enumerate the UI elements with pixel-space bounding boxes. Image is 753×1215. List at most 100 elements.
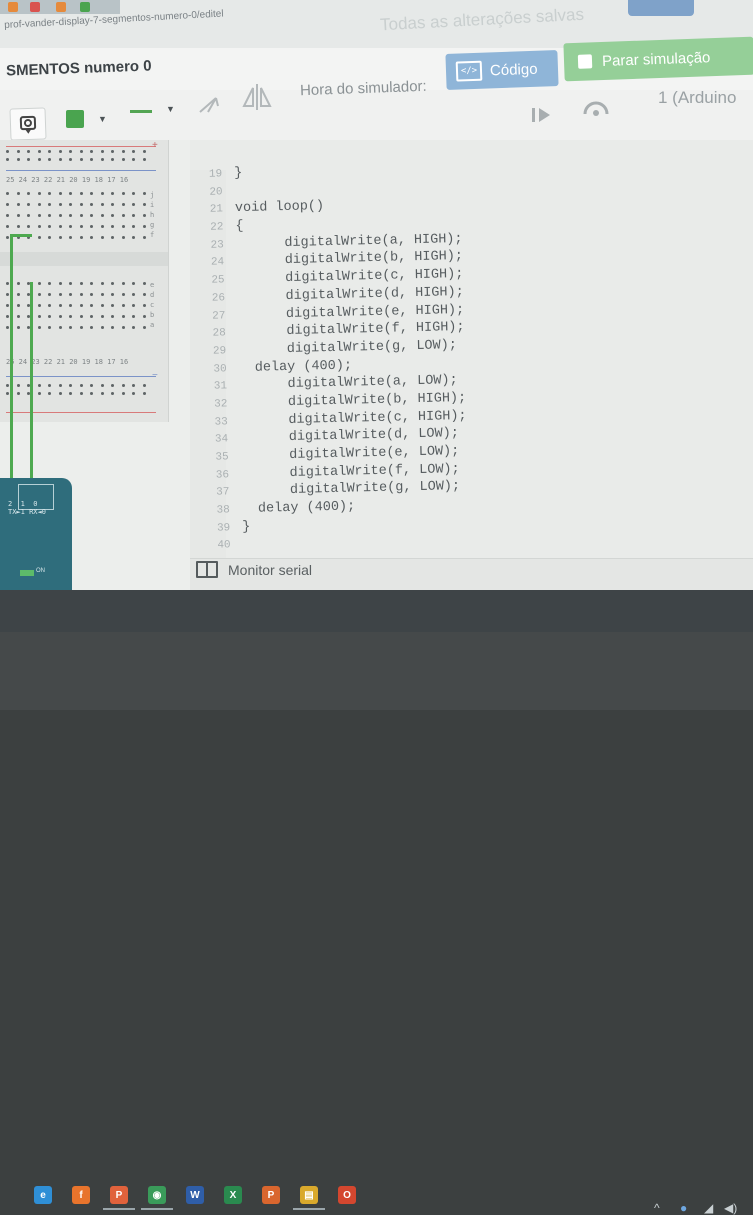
breadboard-hole[interactable] [69, 326, 72, 329]
breadboard-hole[interactable] [90, 236, 93, 239]
breadboard-hole[interactable] [101, 236, 104, 239]
breadboard-hole[interactable] [101, 293, 104, 296]
breadboard-hole[interactable] [6, 236, 9, 239]
volume-icon[interactable]: ◀) [724, 1201, 737, 1215]
breadboard-hole[interactable] [6, 150, 9, 153]
breadboard-hole[interactable] [17, 214, 20, 217]
breadboard-hole[interactable] [101, 225, 104, 228]
breadboard-hole[interactable] [80, 203, 83, 206]
breadboard-hole[interactable] [80, 150, 83, 153]
breadboard-hole[interactable] [80, 384, 83, 387]
breadboard-hole[interactable] [48, 384, 51, 387]
breadboard-hole[interactable] [38, 203, 41, 206]
breadboard-hole[interactable] [6, 315, 9, 318]
bluetooth-icon[interactable]: ● [680, 1201, 687, 1215]
breadboard-hole[interactable] [59, 304, 62, 307]
breadboard-hole[interactable] [17, 384, 20, 387]
paint-icon[interactable]: P [110, 1186, 128, 1204]
chevron-down-icon[interactable]: ▼ [98, 114, 107, 124]
breadboard-hole[interactable] [143, 192, 146, 195]
breadboard-hole[interactable] [90, 214, 93, 217]
breadboard-hole[interactable] [59, 293, 62, 296]
serial-monitor-button[interactable]: Monitor serial [228, 562, 312, 578]
breadboard-hole[interactable] [143, 225, 146, 228]
excel-icon[interactable]: X [224, 1186, 242, 1204]
breadboard-hole[interactable] [69, 150, 72, 153]
tab-favicon-icon[interactable] [56, 2, 66, 12]
breadboard-hole[interactable] [132, 203, 135, 206]
breadboard-hole[interactable] [80, 315, 83, 318]
breadboard-hole[interactable] [122, 158, 125, 161]
breadboard-hole[interactable] [101, 304, 104, 307]
breadboard-hole[interactable] [38, 214, 41, 217]
breadboard-hole[interactable] [143, 158, 146, 161]
breadboard-hole[interactable] [17, 203, 20, 206]
breadboard-hole[interactable] [90, 384, 93, 387]
breadboard-hole[interactable] [122, 392, 125, 395]
breadboard-hole[interactable] [6, 392, 9, 395]
breadboard-hole[interactable] [90, 225, 93, 228]
tab-favicon-icon[interactable] [30, 2, 40, 12]
breadboard-hole[interactable] [69, 315, 72, 318]
chrome-icon[interactable]: ◉ [148, 1186, 166, 1204]
chevron-up-icon[interactable]: ^ [654, 1201, 660, 1215]
breadboard-hole[interactable] [80, 293, 83, 296]
breadboard-hole[interactable] [143, 236, 146, 239]
breadboard-hole[interactable] [80, 326, 83, 329]
rotate-icon[interactable] [196, 92, 222, 118]
office-icon[interactable]: O [338, 1186, 356, 1204]
breadboard-hole[interactable] [80, 214, 83, 217]
breadboard-hole[interactable] [143, 282, 146, 285]
breadboard-hole[interactable] [132, 236, 135, 239]
breadboard-hole[interactable] [80, 158, 83, 161]
breadboard-hole[interactable] [6, 326, 9, 329]
upload-run-icon[interactable] [530, 106, 554, 124]
breadboard-hole[interactable] [90, 392, 93, 395]
breadboard-hole[interactable] [48, 158, 51, 161]
breadboard-hole[interactable] [143, 293, 146, 296]
breadboard-hole[interactable] [143, 150, 146, 153]
breadboard-hole[interactable] [17, 392, 20, 395]
breadboard-hole[interactable] [27, 150, 30, 153]
breadboard-hole[interactable] [143, 304, 146, 307]
wire[interactable] [30, 282, 33, 496]
breadboard-hole[interactable] [111, 326, 114, 329]
breadboard-hole[interactable] [48, 214, 51, 217]
breadboard-hole[interactable] [122, 236, 125, 239]
breadboard-hole[interactable] [17, 282, 20, 285]
breadboard-hole[interactable] [90, 150, 93, 153]
breadboard-hole[interactable] [59, 158, 62, 161]
breadboard-hole[interactable] [17, 225, 20, 228]
breadboard-hole[interactable] [132, 392, 135, 395]
breadboard-hole[interactable] [90, 158, 93, 161]
breadboard-hole[interactable] [38, 192, 41, 195]
breadboard-hole[interactable] [6, 293, 9, 296]
breadboard-hole[interactable] [80, 392, 83, 395]
breadboard-hole[interactable] [111, 304, 114, 307]
breadboard-hole[interactable] [101, 192, 104, 195]
powerpoint-icon[interactable]: P [262, 1186, 280, 1204]
breadboard-hole[interactable] [27, 158, 30, 161]
breadboard-hole[interactable] [38, 293, 41, 296]
breadboard-hole[interactable] [17, 293, 20, 296]
breadboard-hole[interactable] [132, 150, 135, 153]
tab-favicon-icon[interactable] [8, 2, 18, 12]
breadboard-hole[interactable] [122, 293, 125, 296]
breadboard-hole[interactable] [69, 214, 72, 217]
breadboard-hole[interactable] [111, 158, 114, 161]
debugger-icon[interactable] [582, 96, 610, 118]
wire[interactable] [10, 236, 13, 500]
breadboard-hole[interactable] [122, 203, 125, 206]
breadboard-hole[interactable] [59, 225, 62, 228]
breadboard-hole[interactable] [38, 150, 41, 153]
breadboard-hole[interactable] [122, 315, 125, 318]
breadboard-hole[interactable] [122, 326, 125, 329]
breadboard-hole[interactable] [143, 384, 146, 387]
breadboard-hole[interactable] [59, 150, 62, 153]
breadboard-hole[interactable] [122, 192, 125, 195]
code-button[interactable]: </> Código [445, 50, 558, 90]
breadboard-hole[interactable] [38, 236, 41, 239]
breadboard-hole[interactable] [59, 384, 62, 387]
breadboard-hole[interactable] [48, 293, 51, 296]
breadboard-hole[interactable] [59, 236, 62, 239]
